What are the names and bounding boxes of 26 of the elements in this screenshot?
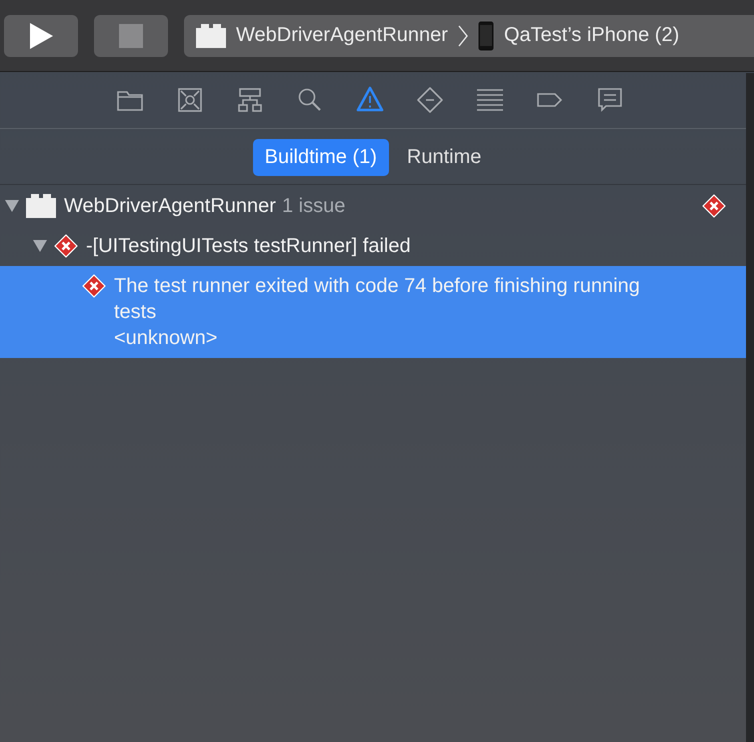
run-button[interactable] xyxy=(4,14,78,56)
target-icon xyxy=(26,194,56,218)
symbol-tab[interactable] xyxy=(175,85,205,115)
scope-tab[interactable]: Runtime xyxy=(394,139,494,176)
issue-row[interactable]: -[UITestingUITests testRunner] failed xyxy=(0,226,746,266)
device-name: QaTest’s iPhone (2) xyxy=(504,24,680,47)
report-tab[interactable] xyxy=(595,85,625,115)
issue-row[interactable]: WebDriverAgentRunner 1 issue xyxy=(0,186,746,226)
test-tab[interactable] xyxy=(415,85,445,115)
phone-icon xyxy=(478,20,494,50)
chevron-icon xyxy=(458,24,468,46)
issue-count: 1 issue xyxy=(282,195,346,217)
scroll-bar[interactable] xyxy=(746,73,754,742)
play-icon xyxy=(28,22,54,50)
issue-location: <unknown> xyxy=(114,326,218,351)
target-icon xyxy=(196,24,226,48)
scope-tab[interactable]: Buildtime (1) xyxy=(252,139,389,176)
disclosure-icon[interactable] xyxy=(4,197,20,213)
issue-title: The test runner exited with code 74 before finishing running tests xyxy=(114,275,640,323)
hierarchy-tab[interactable] xyxy=(235,85,265,115)
stop-icon xyxy=(119,24,143,48)
scheme-selector[interactable]: WebDriverAgentRunner QaTest’s iPhone (2) xyxy=(184,14,754,56)
issue-title: WebDriverAgentRunner xyxy=(64,195,276,217)
issue-title: -[UITestingUITests testRunner] failed xyxy=(86,235,411,257)
disclosure-icon[interactable] xyxy=(32,237,48,253)
scheme-name: WebDriverAgentRunner xyxy=(236,24,448,47)
